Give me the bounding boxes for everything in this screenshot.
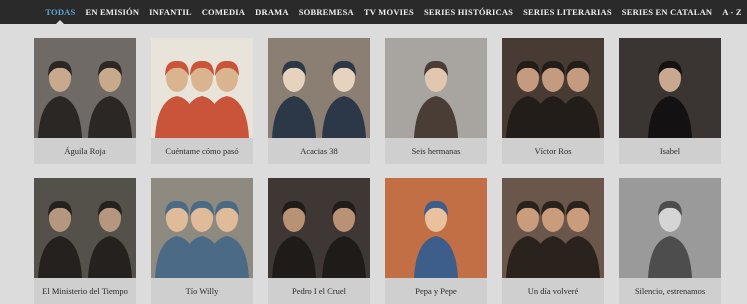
nav-item-drama[interactable]: DRAMA (250, 0, 294, 24)
thumbnail-image (385, 178, 487, 278)
series-title[interactable]: El Ministerio del Tiempo (34, 278, 136, 304)
series-card[interactable]: Silencio, estrenamos (619, 178, 721, 304)
nav-item-series-históricas[interactable]: SERIES HISTÓRICAS (419, 0, 518, 24)
series-title[interactable]: Isabel (619, 138, 721, 164)
series-thumbnail[interactable] (619, 178, 721, 278)
thumbnail-image (151, 38, 253, 138)
thumbnail-image (385, 38, 487, 138)
series-title[interactable]: Acacias 38 (268, 138, 370, 164)
nav-item-comedia[interactable]: COMEDIA (197, 0, 250, 24)
series-card[interactable]: Tío Willy (151, 178, 253, 304)
series-thumbnail[interactable] (151, 178, 253, 278)
thumbnail-image (151, 178, 253, 278)
series-card[interactable]: Águila Roja (34, 38, 136, 164)
thumbnail-image (502, 38, 604, 138)
series-title[interactable]: Águila Roja (34, 138, 136, 164)
series-card[interactable]: Víctor Ros (502, 38, 604, 164)
series-thumbnail[interactable] (34, 178, 136, 278)
category-nav: TODAS EN EMISIÓN INFANTIL COMEDIA DRAMA SOBRE… (0, 0, 747, 24)
series-card[interactable]: Seis hermanas (385, 38, 487, 164)
nav-item-tv-movies[interactable]: TV MOVIES (359, 0, 419, 24)
series-title[interactable]: Pedro I el Cruel (268, 278, 370, 304)
series-card[interactable]: Pedro I el Cruel (268, 178, 370, 304)
series-card[interactable]: Un día volveré (502, 178, 604, 304)
series-thumbnail[interactable] (268, 178, 370, 278)
thumbnail-image (619, 38, 721, 138)
nav-item-infantil[interactable]: INFANTIL (144, 0, 197, 24)
thumbnail-image (268, 38, 370, 138)
series-thumbnail[interactable] (502, 38, 604, 138)
nav-item-a-z[interactable]: A - Z (717, 0, 746, 24)
series-thumbnail[interactable] (619, 38, 721, 138)
nav-item-series-literarias[interactable]: SERIES LITERARIAS (518, 0, 617, 24)
series-title[interactable]: Un día volveré (502, 278, 604, 304)
thumbnail-image (502, 178, 604, 278)
thumbnail-image (268, 178, 370, 278)
series-thumbnail[interactable] (385, 38, 487, 138)
series-card[interactable]: Cuéntame cómo pasó (151, 38, 253, 164)
series-title[interactable]: Tío Willy (151, 278, 253, 304)
series-thumbnail[interactable] (151, 38, 253, 138)
series-card[interactable]: El Ministerio del Tiempo (34, 178, 136, 304)
series-grid: Águila Roja Cuéntame cómo pasó Acacias 38 S… (34, 38, 721, 304)
series-card[interactable]: Acacias 38 (268, 38, 370, 164)
series-thumbnail[interactable] (34, 38, 136, 138)
nav-item-en-emisión[interactable]: EN EMISIÓN (80, 0, 144, 24)
nav-item-series-en-catalan[interactable]: SERIES EN CATALAN (617, 0, 717, 24)
series-card[interactable]: Isabel (619, 38, 721, 164)
category-nav-items: TODAS EN EMISIÓN INFANTIL COMEDIA DRAMA SOBRE… (0, 0, 746, 24)
series-title[interactable]: Pepa y Pepe (385, 278, 487, 304)
series-title[interactable]: Seis hermanas (385, 138, 487, 164)
series-card[interactable]: Pepa y Pepe (385, 178, 487, 304)
series-title[interactable]: Cuéntame cómo pasó (151, 138, 253, 164)
thumbnail-image (34, 38, 136, 138)
thumbnail-image (619, 178, 721, 278)
series-thumbnail[interactable] (268, 38, 370, 138)
series-thumbnail[interactable] (385, 178, 487, 278)
series-thumbnail[interactable] (502, 178, 604, 278)
series-title[interactable]: Silencio, estrenamos (619, 278, 721, 304)
nav-item-todas[interactable]: TODAS (40, 0, 80, 24)
thumbnail-image (34, 178, 136, 278)
nav-item-sobremesa[interactable]: SOBREMESA (294, 0, 359, 24)
series-title[interactable]: Víctor Ros (502, 138, 604, 164)
